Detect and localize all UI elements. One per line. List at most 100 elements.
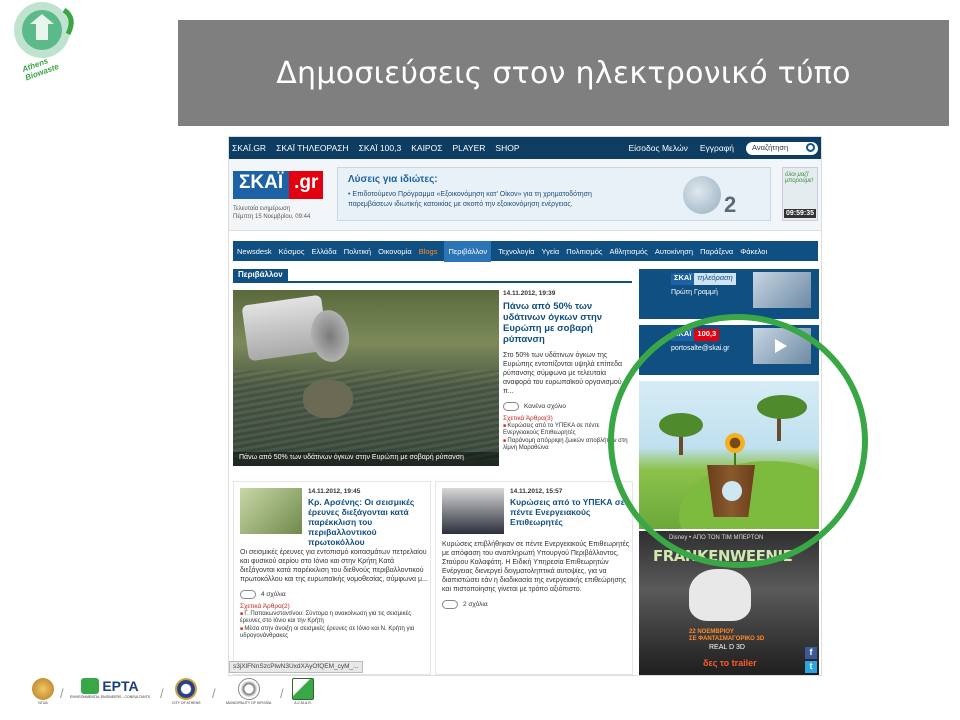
article-card: 14.11.2012, 19:45 Κρ. Αρσένης: Οι σεισμι…	[233, 481, 431, 675]
related-link[interactable]: Μέσα στην άνοιξη οι σεισμικές έρευνες σε…	[240, 626, 428, 640]
article-comments-label: 4 σχόλια	[261, 591, 286, 598]
ntua-logo: NTUA	[32, 678, 54, 705]
article-thumbnail[interactable]	[442, 488, 504, 534]
topnav-item-skai-gr[interactable]: ΣΚΑΪ.GR	[232, 143, 266, 153]
sidebar-tv[interactable]: ΣΚΑΪ τηλεόραση Πρώτη Γραμμή	[639, 269, 819, 319]
article-card: 14.11.2012, 15:57 Κυρώσεις από το ΥΠΕΚΑ …	[435, 481, 633, 675]
comment-icon	[442, 600, 458, 609]
featured-headline[interactable]: Πάνω από 50% των υδάτινων όγκων στην Ευρ…	[503, 301, 632, 345]
topnav-item-player[interactable]: PLAYER	[452, 143, 485, 153]
topnav-item-radio[interactable]: ΣΚΑΪ 100,3	[359, 143, 402, 153]
top-navigation: ΣΚΑΪ.GR ΣΚΑΪ ΤΗΛΕΟΡΑΣΗ ΣΚΑΪ 100,3 ΚΑΙΡΟΣ…	[229, 137, 821, 159]
comment-icon	[240, 590, 256, 599]
topnav-item-shop[interactable]: SHOP	[495, 143, 519, 153]
ad-banner[interactable]: Λύσεις για ιδιώτες: • Επιδοτούμενο Πρόγρ…	[337, 167, 771, 221]
rock-shape	[303, 380, 353, 418]
slide-title: Δημοσιεύσεις στον ηλεκτρονικό τύπο	[276, 55, 851, 91]
article-headline[interactable]: Κυρώσεις από το ΥΠΕΚΑ σε πέντε Ενεργειακ…	[510, 497, 630, 527]
tv-thumbnail[interactable]	[753, 272, 811, 308]
kifissia-caption: MUNICIPALITY OF KIFISSIA	[226, 701, 272, 705]
category-politics[interactable]: Πολιτική	[344, 247, 371, 256]
city-of-athens-logo: CITY OF ATHENS	[172, 678, 200, 705]
category-sports[interactable]: Αθλητισμός	[609, 247, 647, 256]
category-navigation: Newsdesk Κόσμος Ελλάδα Πολιτική Οικονομί…	[233, 240, 818, 262]
highlight-circle	[608, 314, 868, 568]
movie-format: REAL D 3D	[709, 644, 745, 651]
category-health[interactable]: Υγεία	[542, 247, 560, 256]
featured-comments-label: Κανένα σχόλιο	[524, 403, 567, 410]
category-strange[interactable]: Παράξενα	[700, 247, 733, 256]
category-blogs[interactable]: Blogs	[419, 247, 438, 256]
search-icon[interactable]	[806, 142, 815, 152]
topnav-item-tv[interactable]: ΣΚΑΪ ΤΗΛΕΟΡΑΣΗ	[276, 143, 349, 153]
topnav-item-weather[interactable]: ΚΑΙΡΟΣ	[411, 143, 442, 153]
category-files[interactable]: Φάκελοι	[740, 247, 767, 256]
category-technology[interactable]: Τεχνολογία	[498, 247, 534, 256]
epta-logo: ΕΡΤΑ ENVIRONMENTAL ENGINEERS - CONSULTAN…	[70, 678, 150, 699]
article-comments[interactable]: 4 σχόλια	[240, 590, 428, 599]
trailer-link[interactable]: δες το trailer	[703, 658, 757, 668]
skai-logo[interactable]: ΣΚΑΪ .gr	[233, 171, 333, 199]
register-link[interactable]: Εγγραφή	[700, 143, 734, 153]
ad-number: 2	[724, 192, 737, 217]
clock-slogan: όλοι μαζί μπορούμε!	[785, 172, 814, 184]
movie-release: 22 ΝΟΕΜΒΡΙΟΥ ΣΕ ΦΑΝΤΑΣΜΑΓΟΡΙΚΟ 3D	[689, 629, 764, 643]
ntua-caption: NTUA	[38, 701, 48, 705]
featured-date: 14.11.2012, 19:39	[503, 290, 556, 297]
login-link[interactable]: Είσοδος Μελών	[629, 143, 688, 153]
acmar-logo: A.C.M.A.R.	[292, 678, 314, 705]
category-environment[interactable]: Περιβάλλον	[444, 240, 492, 262]
search-placeholder: Αναζήτηση	[752, 142, 789, 152]
ad-body: • Επιδοτούμενο Πρόγραμμα «Εξοικονόμηση κ…	[348, 191, 592, 208]
globe-icon	[683, 176, 721, 214]
related-link[interactable]: Γ. Παπακωνσταντίνου: Σύντομα η ανακοίνωσ…	[240, 611, 428, 625]
separator: /	[60, 686, 64, 701]
last-updated-label: Τελευταία ενημέρωση	[233, 206, 291, 212]
movie-release-date: 22 ΝΟΕΜΒΡΙΟΥ	[689, 629, 734, 635]
search-input[interactable]: Αναζήτηση	[746, 141, 818, 155]
article-thumbnail[interactable]	[240, 488, 302, 534]
site-header: ΣΚΑΪ .gr Τελευταία ενημέρωση Πέμπτη 15 Ν…	[229, 159, 821, 231]
category-auto[interactable]: Αυτοκίνηση	[655, 247, 693, 256]
category-economy[interactable]: Οικονομία	[378, 247, 412, 256]
tv-logo-label: τηλεόραση	[694, 273, 736, 285]
article-related-label[interactable]: Σχετικά Άρθρα(2)	[240, 603, 428, 610]
skai-logo-tld: .gr	[289, 171, 324, 199]
separator: /	[212, 686, 216, 701]
kifissia-logo: MUNICIPALITY OF KIFISSIA	[226, 678, 271, 705]
movie-release-format: ΣΕ ΦΑΝΤΑΣΜΑΓΟΡΙΚΟ 3D	[689, 636, 765, 642]
article-comments-label: 2 σχόλια	[463, 601, 488, 608]
status-url: s3jXlFNnSzcPlwN3UxdXAyOfQEM_cyM_...	[229, 661, 363, 673]
featured-summary: Στο 50% των υδάτινων όγκων της Ευρώπης ε…	[503, 352, 623, 395]
last-updated-value: Πέμπτη 15 Νοεμβρίου, 09:44	[233, 214, 311, 220]
partner-logos: NTUA / ΕΡΤΑ ENVIRONMENTAL ENGINEERS - CO…	[30, 678, 340, 714]
featured-image[interactable]	[233, 290, 499, 466]
ad-headline: Λύσεις για ιδιώτες:	[348, 174, 438, 185]
facebook-icon[interactable]: f	[805, 647, 817, 659]
category-greece[interactable]: Ελλάδα	[311, 247, 336, 256]
water-surface	[233, 370, 499, 460]
twitter-icon[interactable]: t	[805, 661, 817, 673]
last-updated: Τελευταία ενημέρωση Πέμπτη 15 Νοεμβρίου,…	[233, 205, 310, 221]
skai-logo-main: ΣΚΑΪ	[233, 171, 290, 199]
featured-caption[interactable]: Πάνω από 50% των υδάτινων όγκων στην Ευρ…	[233, 452, 499, 466]
dog-illustration	[689, 569, 751, 621]
article-summary: Οι σεισμικές έρευνες για εντοπισμό κοιτα…	[240, 549, 428, 583]
city-of-athens-caption: CITY OF ATHENS	[172, 701, 201, 705]
athens-biowaste-logo: Athens Biowaste	[2, 0, 86, 82]
comment-icon	[503, 402, 519, 411]
article-headline[interactable]: Κρ. Αρσένης: Οι σεισμικές έρευνες διεξάγ…	[308, 497, 428, 547]
category-culture[interactable]: Πολιτισμός	[566, 247, 602, 256]
category-world[interactable]: Κόσμος	[279, 247, 305, 256]
article-comments[interactable]: 2 σχόλια	[442, 600, 630, 609]
slide-title-banner: Δημοσιεύσεις στον ηλεκτρονικό τύπο	[178, 20, 949, 126]
acmar-caption: A.C.M.A.R.	[294, 701, 312, 705]
clock-widget: όλοι μαζί μπορούμε! 09:59:35	[782, 167, 818, 221]
separator: /	[280, 686, 284, 701]
article-summary: Κυρώσεις επιβλήθηκαν σε πέντε Ενεργειακο…	[442, 541, 630, 593]
category-newsdesk[interactable]: Newsdesk	[237, 247, 272, 256]
tv-logo-skai: ΣΚΑΪ	[671, 273, 695, 285]
epta-text: ΕΡΤΑ	[102, 678, 139, 694]
article-date: 14.11.2012, 19:45	[308, 488, 361, 495]
article-date: 14.11.2012, 15:57	[510, 488, 563, 495]
